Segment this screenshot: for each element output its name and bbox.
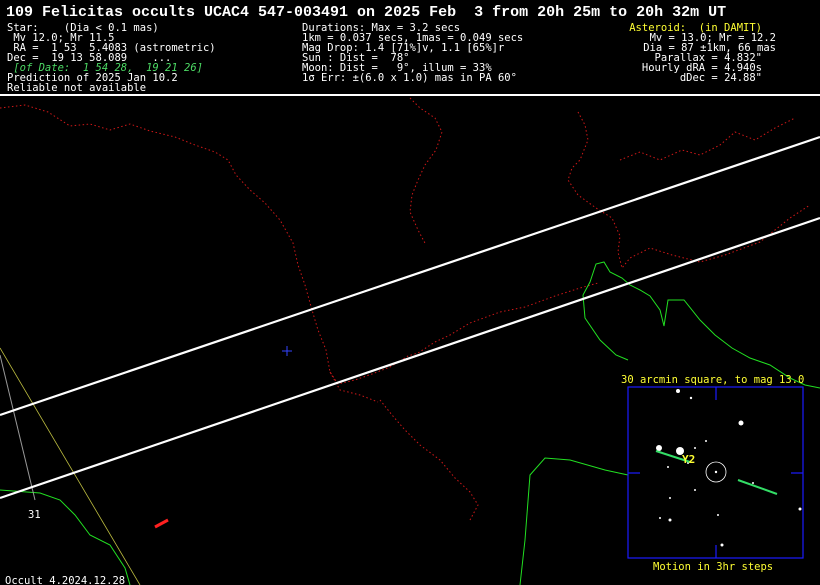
coastline <box>582 294 629 361</box>
center-cross <box>282 346 292 356</box>
finder-chart <box>627 386 804 559</box>
meridian-line <box>0 354 36 501</box>
asteroid-marker: Y2 <box>682 453 696 466</box>
coastline <box>0 489 131 585</box>
coastline <box>519 457 629 585</box>
border-line <box>567 111 811 270</box>
border-line <box>409 97 443 246</box>
longitude-label: 31 <box>28 509 41 521</box>
border-line <box>379 399 479 521</box>
yellow-guide-line <box>0 347 141 585</box>
border-line <box>0 104 599 385</box>
software-version: Occult 4.2024.12.28 <box>5 575 126 585</box>
coastline <box>582 261 820 389</box>
finder-title: 30 arcmin square, to mag 13.0 <box>621 374 805 386</box>
site-marker <box>154 518 169 529</box>
finder-caption: Motion in 3hr steps <box>653 561 774 573</box>
occultation-map: { "title": "109 Felicitas occults UCAC4 … <box>0 0 820 585</box>
map-canvas <box>0 97 820 585</box>
